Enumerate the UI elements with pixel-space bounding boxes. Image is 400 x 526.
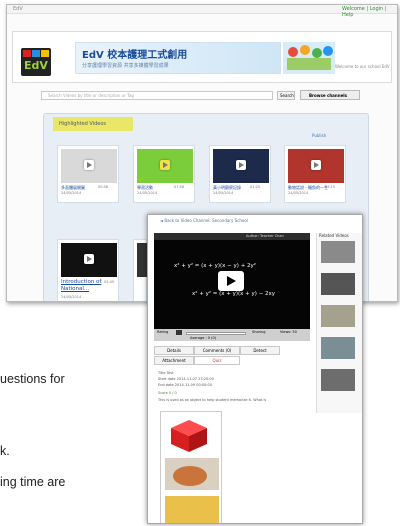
tab-detect[interactable]: Detect [240,346,280,355]
quiz-options [160,411,222,523]
video-duration: 03:45 [104,280,115,284]
tab-attachment[interactable]: Attachment [154,356,194,365]
video-title[interactable]: Introduction of [61,279,101,285]
form-row: Title Test [158,371,174,375]
related-video-thumb[interactable] [321,337,355,359]
volume-icon[interactable] [176,330,182,335]
video-date: 24/05/2014 [213,191,234,195]
tab-label: Quiz [212,358,222,363]
breadcrumb[interactable]: ◄ Back to Video Channel: Secondary Schoo… [160,218,248,223]
search-input[interactable]: Search Videos by title or description or… [41,91,273,100]
browse-channels-button[interactable]: Browse channels [300,90,360,100]
video-tile[interactable]: 黃小明觀察記錄 01:25 24/05/2014 [209,145,271,203]
form-row: Start date 2014-11-07 23:20:00 [158,377,214,381]
browser-tab-label: EdV [13,6,23,12]
caption-line: uestions for [0,372,65,386]
play-icon [311,160,321,170]
bread-image[interactable] [165,496,219,523]
browser-top-strip: EdV Welcome | Login | Help [7,5,397,18]
search-button[interactable]: Search [277,91,295,100]
caption-line: k. [0,444,10,458]
video-date: 24/05/2014 [61,295,82,299]
question-text: This is used as an object to help studen… [158,398,267,402]
related-video-thumb[interactable] [321,369,355,391]
average-label: Average : 0 (0) [190,336,217,340]
player-controls: Rating Average : 0 (0) Sharing Views: 50 [154,329,310,341]
video-date: 24/05/2014 [288,191,309,195]
video-tile-partial [133,239,147,301]
tab-quiz[interactable]: Quiz [194,356,240,365]
video-date: 24/05/2014 [137,191,158,195]
related-video-thumb[interactable] [321,241,355,263]
browse-button-label: Browse channels [309,93,348,98]
panel-view-link[interactable]: Publish [312,133,326,138]
play-icon [160,160,170,170]
progress-slider[interactable] [186,332,246,335]
sharing-label: Sharing [252,330,266,334]
video-duration: 00:58 [98,185,109,189]
video-subtitle[interactable]: National... [61,286,89,292]
equation-line-2: x² + y² = (x + y)(x + y) − 2xy [192,291,276,297]
banner-people-illustration-icon [283,42,335,74]
tab-label: Comments (0) [202,348,232,353]
panel-title: Highlighted Videos [53,117,133,131]
welcome-text: Welcome to our school EdV [335,64,390,69]
soup-bowl-image[interactable] [165,458,219,490]
tab-comments[interactable]: Comments (0) [194,346,240,355]
related-videos-sidebar: Related Videos [316,233,362,413]
related-videos-title: Related Videos [319,233,349,238]
video-tile[interactable]: 多面體展開圖 00:58 24/05/2014 [57,145,119,203]
site-header: EdV EdV 校本護理工式創用 分享護理學習資源 共享多媒體學習成果 Welc… [12,31,392,83]
top-links[interactable]: Welcome | Login | Help [342,6,397,18]
tab-label: Attachment [162,358,186,363]
search-button-label: Search [280,93,294,98]
detail-tabs: Details Comments (0) Detect Attachment Q… [154,346,310,365]
related-video-thumb[interactable] [321,305,355,327]
views-label: Views: 50 [280,330,297,334]
form-row: End date 2014-11-09 00:00:00 [158,383,212,387]
equation-line-1: x² + y² = (x + y)(x − y) + 2y² [174,263,257,269]
banner-subtitle: 分享護理學習資源 共享多媒體學習成果 [82,63,169,69]
search-placeholder: Search Videos by title or description or… [48,93,134,98]
tab-label: Detect [253,348,267,353]
site-banner: EdV 校本護理工式創用 分享護理學習資源 共享多媒體學習成果 [75,42,281,74]
tab-details[interactable]: Details [154,346,194,355]
video-duration: 07:56 [174,185,185,189]
play-icon[interactable] [218,271,244,291]
player-author: Author: Teacher Chan [246,234,284,238]
form-row: Score 0 / 0 [158,391,177,395]
video-tile[interactable]: 動物話說 - 鱷魚的一生 03:15 24/05/2014 [284,145,346,203]
tab-label: Details [167,348,181,353]
red-cube-image[interactable] [169,418,209,454]
caption-line: ing time are [0,475,66,489]
video-player[interactable]: Author: Teacher Chan x² + y² = (x + y)(x… [154,233,310,329]
video-duration: 03:15 [325,185,336,189]
logo-text: EdV [24,59,48,72]
related-video-thumb[interactable] [321,273,355,295]
play-icon [84,254,94,264]
banner-title: EdV 校本護理工式創用 [82,50,188,61]
video-date: 24/05/2014 [61,191,82,195]
rating-label: Rating [157,330,169,334]
video-tile[interactable]: Introduction of National... 03:45 24/05/… [57,239,119,301]
play-icon [236,160,246,170]
play-icon [84,160,94,170]
edv-logo-icon[interactable]: EdV [21,48,51,76]
video-duration: 01:25 [250,185,261,189]
player-header-bar: Author: Teacher Chan [154,233,310,240]
video-player-screenshot: ◄ Back to Video Channel: Secondary Schoo… [147,214,363,524]
video-tile[interactable]: 學習活動 07:56 24/05/2014 [133,145,195,203]
